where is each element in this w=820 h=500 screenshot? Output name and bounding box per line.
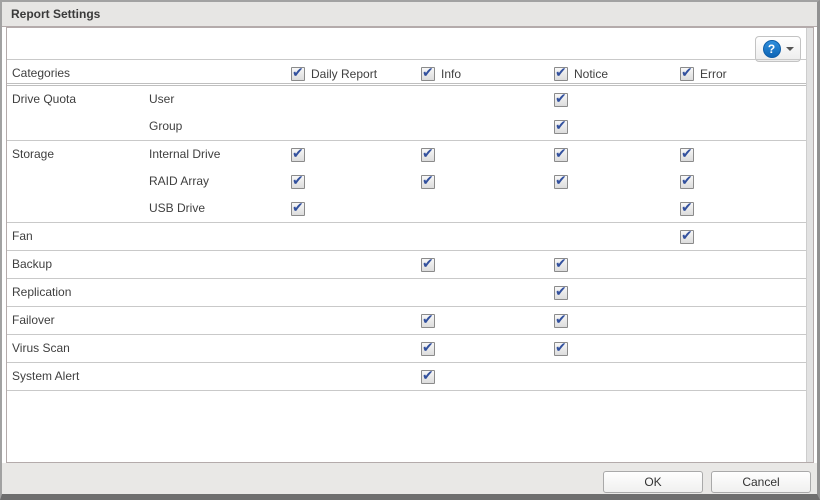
checkbox-notice[interactable] bbox=[554, 93, 568, 107]
table-row bbox=[7, 251, 807, 278]
categories-header-label: Categories bbox=[12, 60, 70, 87]
checkbox-notice[interactable] bbox=[554, 314, 568, 328]
checkbox-notice[interactable] bbox=[554, 258, 568, 272]
report-settings-window: Report Settings ? Categories Daily Repor… bbox=[0, 0, 820, 500]
checkbox-error[interactable] bbox=[680, 230, 694, 244]
table-row bbox=[7, 279, 807, 306]
header-label-notice: Notice bbox=[574, 67, 608, 81]
category-group: Fan bbox=[7, 223, 807, 251]
header-checkbox-daily[interactable] bbox=[291, 67, 305, 81]
ok-button[interactable]: OK bbox=[603, 471, 703, 493]
checkbox-notice[interactable] bbox=[554, 342, 568, 356]
table-row bbox=[7, 223, 807, 250]
header-column-error: Error bbox=[680, 60, 727, 87]
category-group: Virus Scan bbox=[7, 335, 807, 363]
category-group: System Alert bbox=[7, 363, 807, 391]
subcategory-label: Internal Drive bbox=[149, 141, 220, 168]
report-table-body: Drive Quota User Group Storage Internal … bbox=[7, 86, 807, 391]
header-column-info: Info bbox=[421, 60, 461, 87]
header-column-notice: Notice bbox=[554, 60, 608, 87]
table-header-row: Categories Daily Report Info Notice Error bbox=[7, 59, 807, 86]
table-row: Group bbox=[7, 113, 807, 140]
category-group: Replication bbox=[7, 279, 807, 307]
checkbox-info[interactable] bbox=[421, 314, 435, 328]
checkbox-notice[interactable] bbox=[554, 286, 568, 300]
table-row bbox=[7, 363, 807, 390]
help-icon: ? bbox=[763, 40, 781, 58]
table-row: User bbox=[7, 86, 807, 113]
report-table: Categories Daily Report Info Notice Error D… bbox=[7, 59, 807, 391]
titlebar: Report Settings bbox=[2, 2, 817, 27]
subcategory-label: User bbox=[149, 86, 174, 113]
checkbox-notice[interactable] bbox=[554, 148, 568, 162]
table-row: USB Drive bbox=[7, 195, 807, 222]
checkbox-error[interactable] bbox=[680, 202, 694, 216]
cancel-button[interactable]: Cancel bbox=[711, 471, 811, 493]
header-label-daily: Daily Report bbox=[311, 67, 377, 81]
table-row bbox=[7, 335, 807, 362]
checkbox-info[interactable] bbox=[421, 258, 435, 272]
header-label-error: Error bbox=[700, 67, 727, 81]
header-checkbox-info[interactable] bbox=[421, 67, 435, 81]
table-row bbox=[7, 307, 807, 334]
checkbox-notice[interactable] bbox=[554, 175, 568, 189]
checkbox-error[interactable] bbox=[680, 148, 694, 162]
checkbox-daily-report[interactable] bbox=[291, 148, 305, 162]
table-row: Internal Drive bbox=[7, 141, 807, 168]
header-label-info: Info bbox=[441, 67, 461, 81]
checkbox-info[interactable] bbox=[421, 342, 435, 356]
checkbox-info[interactable] bbox=[421, 148, 435, 162]
checkbox-error[interactable] bbox=[680, 175, 694, 189]
checkbox-info[interactable] bbox=[421, 370, 435, 384]
checkbox-info[interactable] bbox=[421, 175, 435, 189]
subcategory-label: RAID Array bbox=[149, 168, 209, 195]
category-group: Storage Internal Drive RAID Array USB Dr… bbox=[7, 141, 807, 223]
chevron-down-icon bbox=[786, 47, 794, 51]
subcategory-label: Group bbox=[149, 113, 182, 140]
category-group: Backup bbox=[7, 251, 807, 279]
header-checkbox-notice[interactable] bbox=[554, 67, 568, 81]
checkbox-notice[interactable] bbox=[554, 120, 568, 134]
header-checkbox-error[interactable] bbox=[680, 67, 694, 81]
vertical-scrollbar[interactable] bbox=[806, 28, 813, 462]
header-column-daily: Daily Report bbox=[291, 60, 377, 87]
window-title: Report Settings bbox=[11, 7, 100, 21]
table-row: RAID Array bbox=[7, 168, 807, 195]
checkbox-daily-report[interactable] bbox=[291, 202, 305, 216]
checkbox-daily-report[interactable] bbox=[291, 175, 305, 189]
footer-bar: OK Cancel bbox=[2, 463, 817, 494]
content-panel: ? Categories Daily Report Info Notice Error… bbox=[6, 27, 814, 463]
subcategory-label: USB Drive bbox=[149, 195, 205, 222]
category-group: Failover bbox=[7, 307, 807, 335]
category-group: Drive Quota User Group bbox=[7, 86, 807, 141]
